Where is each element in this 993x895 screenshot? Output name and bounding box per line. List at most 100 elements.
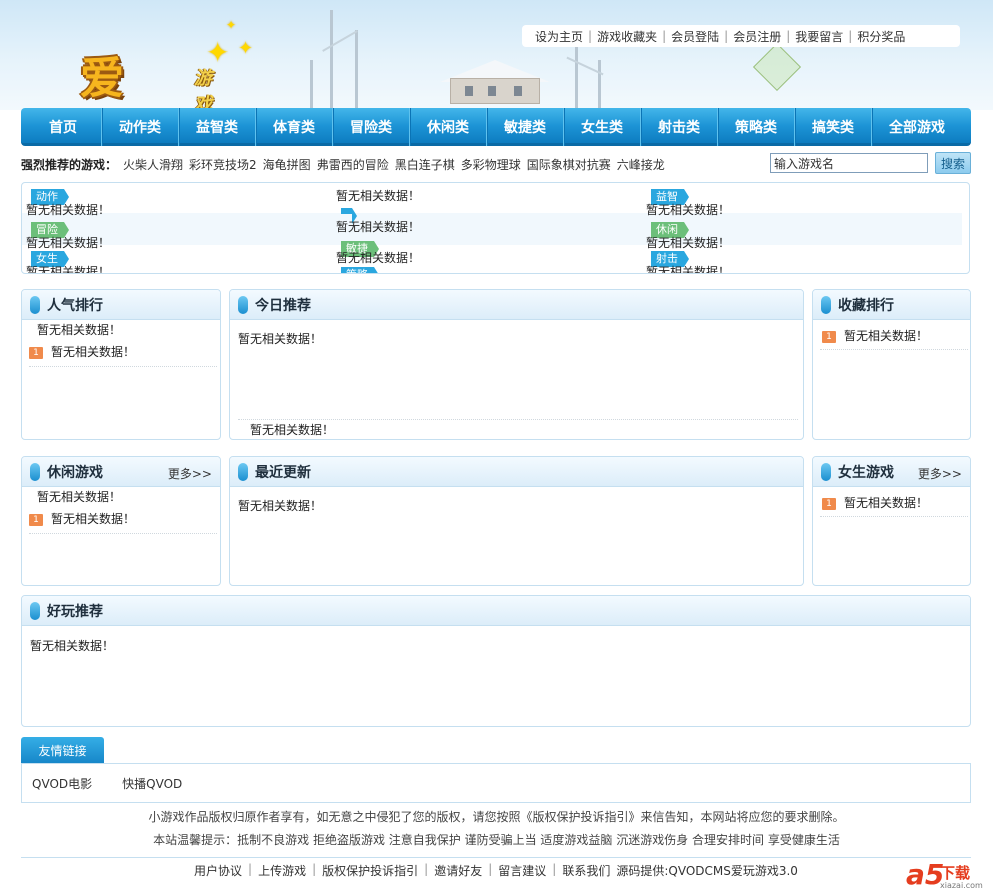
tree-decoration <box>575 40 578 110</box>
girls-games-panel: 女生游戏 更多>> 1 暂无相关数据！ <box>812 456 971 586</box>
invite-friends-link[interactable]: 邀请好友 <box>434 862 482 879</box>
ranking-item[interactable]: 1 暂无相关数据！ <box>29 510 135 527</box>
ranking-item[interactable]: 1 暂无相关数据！ <box>822 494 928 511</box>
main-nav: 首页 动作类 益智类 体育类 冒险类 休闲类 敏捷类 女生类 射击类 策略类 搞… <box>21 108 971 146</box>
search-input[interactable] <box>770 153 928 173</box>
member-login-link[interactable]: 会员登陆 <box>671 28 719 45</box>
recommend-label: 强烈推荐的游戏： <box>21 157 118 172</box>
panel-title: 人气排行 <box>47 297 103 314</box>
member-register-link[interactable]: 会员注册 <box>733 28 781 45</box>
ranking-item[interactable]: 1 暂无相关数据！ <box>822 327 928 344</box>
nav-girls[interactable]: 女生类 <box>564 108 641 146</box>
panel-title: 好玩推荐 <box>47 603 103 620</box>
tree-decoration <box>310 60 313 110</box>
friend-links-tab[interactable]: 友情链接 <box>21 737 104 763</box>
nav-funny[interactable]: 搞笑类 <box>795 108 872 146</box>
nav-agile[interactable]: 敏捷类 <box>487 108 564 146</box>
contact-link[interactable]: 联系我们 <box>562 862 610 879</box>
empty-message: 暂无相关数据！ <box>250 423 335 437</box>
nav-casual[interactable]: 休闲类 <box>410 108 487 146</box>
a5-watermark-logo: a5 下载 xiazai.com <box>906 858 983 891</box>
branch-decoration <box>322 30 358 52</box>
tree-decoration <box>330 10 333 110</box>
recommended-game-link[interactable]: 海龟拼图 <box>263 156 311 173</box>
kite-illustration <box>752 42 802 92</box>
divider <box>820 516 968 517</box>
favorite-ranking-panel: 收藏排行 1 暂无相关数据！ <box>812 289 971 440</box>
tree-decoration <box>598 60 601 110</box>
empty-message: 暂无相关数据！ <box>30 639 115 653</box>
upload-game-link[interactable]: 上传游戏 <box>258 862 306 879</box>
panel-title: 女生游戏 <box>838 464 894 481</box>
nav-adventure[interactable]: 冒险类 <box>333 108 410 146</box>
panel-bullet-icon <box>821 295 831 314</box>
empty-message: 暂无相关数据！ <box>37 490 122 504</box>
today-recommend-panel: 今日推荐 暂无相关数据！ 暂无相关数据！ <box>229 289 804 440</box>
popular-ranking-panel: 人气排行 暂无相关数据！ 1 暂无相关数据！ <box>21 289 221 440</box>
rank-badge: 1 <box>29 513 43 526</box>
friend-link[interactable]: QVOD电影 <box>32 775 92 792</box>
recommended-game-link[interactable]: 六峰接龙 <box>617 156 665 173</box>
nav-home[interactable]: 首页 <box>25 108 102 146</box>
nav-sports[interactable]: 体育类 <box>256 108 333 146</box>
top-links: 设为主页 | 游戏收藏夹 | 会员登陆 | 会员注册 | 我要留言 | 积分奖品 <box>522 25 960 47</box>
nav-shooting[interactable]: 射击类 <box>641 108 718 146</box>
nav-puzzle[interactable]: 益智类 <box>179 108 256 146</box>
health-tips: 本站温馨提示：抵制不良游戏 拒绝盗版游戏 注意自我保护 谨防受骗上当 适度游戏益… <box>153 833 840 847</box>
divider <box>820 349 968 350</box>
recommended-game-link[interactable]: 国际象棋对抗赛 <box>527 156 611 173</box>
rank-badge: 1 <box>822 330 836 343</box>
divider <box>29 366 217 367</box>
nav-action[interactable]: 动作类 <box>102 108 179 146</box>
copyright-notice: 小游戏作品版权归原作者享有，如无意之中侵犯了您的版权，请您按照《版权保护投诉指引… <box>148 810 845 824</box>
nav-all-games[interactable]: 全部游戏 <box>872 108 962 146</box>
more-link[interactable]: 更多>> <box>918 465 962 482</box>
more-link[interactable]: 更多>> <box>168 465 212 482</box>
empty-message: 暂无相关数据！ <box>238 332 323 346</box>
rank-badge: 1 <box>822 497 836 510</box>
empty-message: 暂无相关数据！ <box>238 499 323 513</box>
recommended-game-link[interactable]: 黑白连子棋 <box>395 156 455 173</box>
star-icon: ✦ <box>226 18 237 32</box>
latest-update-panel: 最近更新 暂无相关数据！ <box>229 456 804 586</box>
set-homepage-link[interactable]: 设为主页 <box>535 28 583 45</box>
feedback-link[interactable]: 留言建议 <box>498 862 546 879</box>
tree-decoration <box>355 30 358 110</box>
points-prizes-link[interactable]: 积分奖品 <box>857 28 905 45</box>
panel-bullet-icon <box>30 295 40 314</box>
panel-title: 最近更新 <box>255 464 311 481</box>
source-credit: 源码提供:QVODCMS爱玩游戏3.0 <box>616 864 798 878</box>
panel-bullet-icon <box>238 462 248 481</box>
recommended-game-link[interactable]: 彩环竞技场2 <box>189 156 257 173</box>
divider <box>238 419 798 420</box>
site-header: 爱玩 游戏 ✦ ✦ ✦ 设为主页| 游戏收藏夹| 会员登陆| 会员注册| 我要留… <box>0 0 993 110</box>
category-tag-sports[interactable]: 体育 <box>341 208 357 224</box>
friend-links-box: QVOD电影 快播QVOD <box>21 763 971 803</box>
category-row-highlight <box>22 213 962 245</box>
recommended-game-link[interactable]: 多彩物理球 <box>461 156 521 173</box>
panel-bullet-icon <box>821 462 831 481</box>
panel-bullet-icon <box>30 462 40 481</box>
house-illustration <box>440 58 550 104</box>
search-button[interactable]: 搜索 <box>935 152 971 174</box>
recommended-game-link[interactable]: 弗雷西的冒险 <box>317 156 389 173</box>
game-favorites-link[interactable]: 游戏收藏夹 <box>597 28 657 45</box>
recommended-game-link[interactable]: 火柴人滑翔 <box>123 156 183 173</box>
panel-bullet-icon <box>30 601 40 620</box>
ranking-item[interactable]: 1 暂无相关数据！ <box>29 343 135 360</box>
fun-recommend-panel: 好玩推荐 暂无相关数据！ <box>21 595 971 727</box>
category-box: 动作 暂无相关数据！ 体育 暂无相关数据！ 益智 暂无相关数据！ 冒险 暂无相关… <box>21 182 970 274</box>
friend-link[interactable]: 快播QVOD <box>122 775 182 792</box>
footer-links: 用户协议 | 上传游戏 | 版权保护投诉指引 | 邀请好友 | 留言建议 | 联系我们 源… <box>194 862 798 879</box>
user-agreement-link[interactable]: 用户协议 <box>194 862 242 879</box>
star-icon: ✦ <box>206 36 230 69</box>
copyright-guide-link[interactable]: 版权保护投诉指引 <box>322 862 418 879</box>
panel-bullet-icon <box>238 295 248 314</box>
footer-divider <box>21 857 971 858</box>
leave-message-link[interactable]: 我要留言 <box>795 28 843 45</box>
rank-badge: 1 <box>29 346 43 359</box>
divider <box>29 533 217 534</box>
nav-strategy[interactable]: 策略类 <box>718 108 795 146</box>
empty-message: 暂无相关数据！ <box>37 323 122 337</box>
category-tag-strategy[interactable]: 策略 <box>341 267 379 273</box>
